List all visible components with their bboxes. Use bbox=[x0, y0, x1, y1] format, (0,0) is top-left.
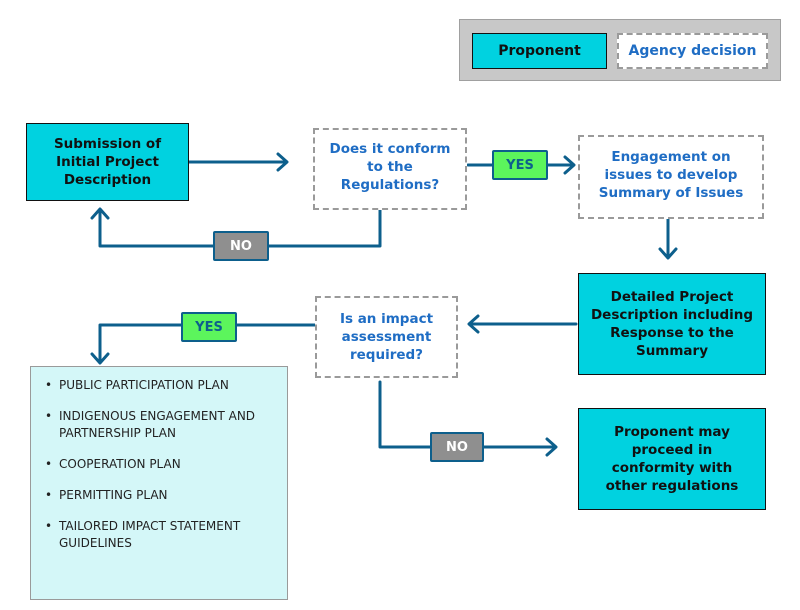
plan-item: PUBLIC PARTICIPATION PLAN bbox=[41, 377, 279, 394]
node-impact-question: Is an impact assessment required? bbox=[315, 296, 458, 378]
node-engagement: Engagement on issues to develop Summary … bbox=[578, 135, 764, 219]
plan-item: COOPERATION PLAN bbox=[41, 456, 279, 473]
node-conform-question: Does it conform to the Regulations? bbox=[313, 128, 467, 210]
legend: Proponent Agency decision bbox=[459, 19, 781, 81]
label-conform-no: NO bbox=[213, 231, 269, 261]
node-detailed-description: Detailed Project Description including R… bbox=[578, 273, 766, 375]
plan-item: INDIGENOUS ENGAGEMENT AND PARTNERSHIP PL… bbox=[41, 408, 279, 442]
plans-list: PUBLIC PARTICIPATION PLAN INDIGENOUS ENG… bbox=[30, 366, 288, 600]
node-submission: Submission of Initial Project Descriptio… bbox=[26, 123, 189, 201]
plan-item: TAILORED IMPACT STATEMENT GUIDELINES bbox=[41, 518, 279, 552]
plan-item: PERMITTING PLAN bbox=[41, 487, 279, 504]
legend-proponent: Proponent bbox=[472, 33, 607, 69]
node-proceed: Proponent may proceed in conformity with… bbox=[578, 408, 766, 510]
label-conform-yes: YES bbox=[492, 150, 548, 180]
label-impact-no: NO bbox=[430, 432, 484, 462]
legend-agency-decision: Agency decision bbox=[617, 33, 768, 69]
label-impact-yes: YES bbox=[181, 312, 237, 342]
